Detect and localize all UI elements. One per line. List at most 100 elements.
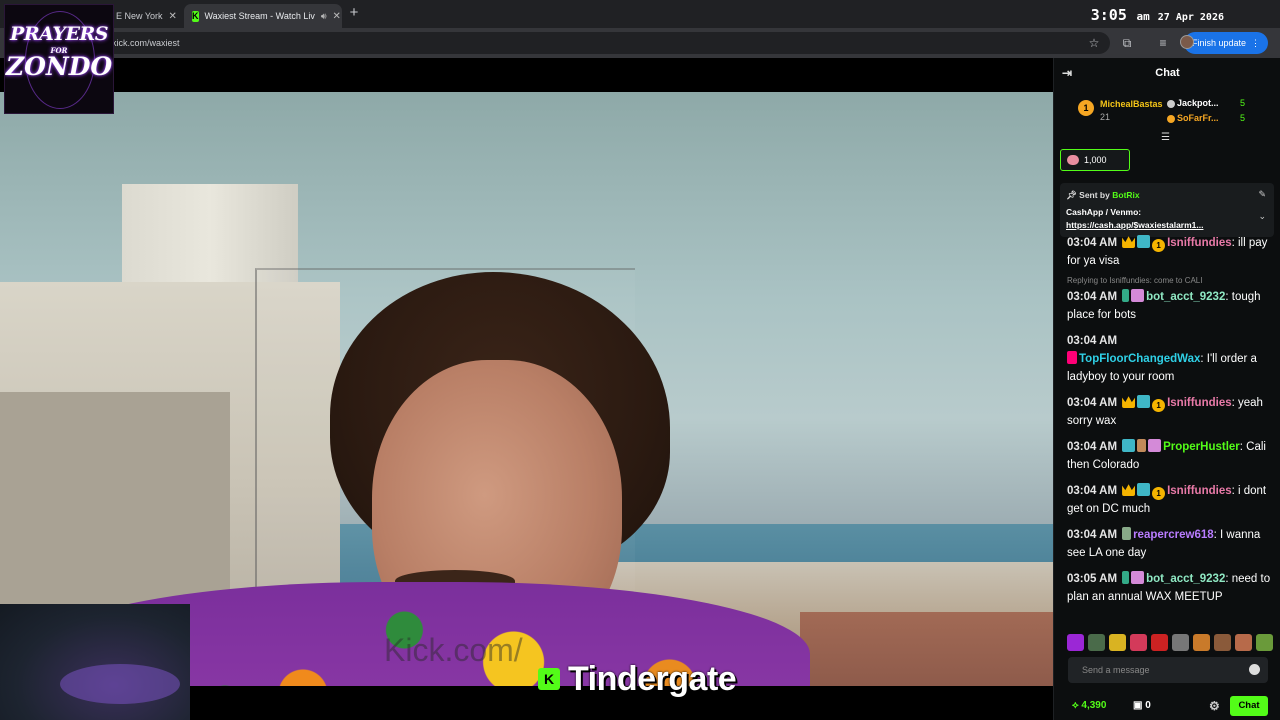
message-time: 03:04 AM — [1067, 441, 1118, 453]
message-time: 03:04 AM — [1067, 291, 1118, 303]
og-badge-icon — [1122, 439, 1136, 452]
emote-icon[interactable] — [1235, 634, 1252, 651]
message-user[interactable]: bot_acct_9232 — [1146, 291, 1225, 303]
collapse-chat-icon[interactable]: ⇥ — [1062, 66, 1072, 80]
emote-icon[interactable] — [1193, 634, 1210, 651]
extensions-icon[interactable]: ⧉ — [1119, 35, 1135, 51]
channel-points[interactable]: ⟡ 4,390 — [1072, 700, 1106, 711]
new-tab-button[interactable]: + — [346, 4, 362, 22]
kick-icon: K — [192, 10, 199, 22]
pinned-sender: 📌︎ Sent by BotRix — [1066, 190, 1140, 200]
kicks-value: 0 — [1145, 700, 1151, 711]
media-controls-icon[interactable]: ≡ — [1155, 35, 1171, 51]
og-badge-icon — [1137, 483, 1151, 496]
more-menu-icon[interactable]: ⋮ — [1251, 38, 1260, 49]
clock: 3:05 am 27 Apr 2026 — [1091, 5, 1224, 24]
url-text: kick.com/waxiest — [112, 38, 180, 48]
sword-badge-icon — [1122, 527, 1132, 540]
crown-badge-icon — [1122, 236, 1136, 248]
clock-time: 3:05 — [1090, 6, 1127, 24]
emote-icon[interactable] — [1214, 634, 1231, 651]
kick-logo-icon: K — [538, 668, 560, 690]
chat-message: 03:04 AM 1 Isniffundies: ill pay for ya vi… — [1067, 235, 1268, 267]
address-bar[interactable]: kick.com/waxiest — [100, 32, 1110, 54]
leaf-badge-icon — [1122, 289, 1130, 302]
emote-icon[interactable] — [1172, 634, 1189, 651]
emote-bar — [1067, 634, 1277, 652]
gift-badge-icon — [1148, 439, 1162, 452]
gift-badge-icon — [1131, 571, 1145, 584]
emoji-icon[interactable] — [1249, 664, 1260, 675]
emote-icon[interactable] — [1151, 634, 1168, 651]
gift-badge-icon — [1131, 289, 1145, 302]
chat-messages: 03:04 AM 1 Isniffundies: ill pay for ya vi… — [1054, 234, 1280, 636]
message-user[interactable]: reapercrew618 — [1133, 529, 1214, 541]
emote-icon[interactable] — [1109, 634, 1126, 651]
leaderboard-name[interactable]: MichealBastas — [1100, 99, 1163, 109]
browser-tab-news[interactable]: E New York ✕ — [108, 4, 182, 28]
message-time: 03:04 AM — [1067, 529, 1118, 541]
emote-icon[interactable] — [1130, 634, 1147, 651]
chat-title: Chat — [1155, 67, 1180, 79]
chat-footer: ⟡ 4,390 ▣ 0 ⚙ Chat — [1054, 692, 1280, 720]
browser-tab-bar: E New York ✕ K Waxiest Stream - Watch Li… — [0, 0, 1280, 28]
emote-icon[interactable] — [1088, 634, 1105, 651]
kick-watermark: Kick.com/ — [384, 632, 523, 668]
profile-avatar[interactable] — [1180, 35, 1194, 49]
gift-icon — [1167, 115, 1175, 123]
leaderboard-name[interactable]: Jackpot... — [1177, 98, 1219, 108]
chat-message: 03:04 AM ProperHustler: Cali then Colorad… — [1067, 439, 1266, 471]
speaker-icon[interactable]: 🔊︎ — [321, 11, 327, 22]
message-user[interactable]: Isniffundies — [1167, 397, 1232, 409]
kicks-balance[interactable]: ▣ 0 — [1133, 700, 1151, 711]
pinned-text: CashApp / Venmo: — [1066, 207, 1142, 217]
chat-message: 03:04 AM TopFloorChangedWax: I'll order a… — [1067, 335, 1257, 383]
message-user[interactable]: bot_acct_9232 — [1146, 573, 1225, 585]
og-badge-icon — [1137, 235, 1151, 248]
crown-badge-icon — [1122, 484, 1136, 496]
chat-panel: ⇥ Chat 1 MichealBastas 21 Jackpot... 5 S… — [1053, 58, 1280, 720]
browser-tab-kick[interactable]: K Waxiest Stream - Watch Liv 🔊︎ ✕ — [184, 4, 342, 28]
chevron-down-icon[interactable]: ⌄ — [1258, 211, 1266, 222]
message-user[interactable]: ProperHustler — [1163, 441, 1240, 453]
chat-message: Replying to Isniffundies: come to CALI 0… — [1067, 276, 1273, 324]
message-user[interactable]: Isniffundies — [1167, 485, 1232, 497]
tab-title: Waxiest Stream - Watch Liv — [204, 11, 315, 21]
pinned-link[interactable]: https://cash.app/$waxiestalarm1... — [1066, 220, 1203, 230]
finish-update-button[interactable]: Finish update ⋮ — [1183, 32, 1268, 54]
pinned-sender-name[interactable]: BotRix — [1112, 190, 1139, 200]
finish-update-label: Finish update — [1191, 38, 1246, 48]
emote-icon[interactable] — [1067, 634, 1084, 651]
message-time: 03:05 AM — [1067, 573, 1118, 585]
reply-context[interactable]: Replying to Isniffundies: come to CALI — [1067, 272, 1202, 290]
close-icon[interactable]: ✕ — [333, 11, 341, 22]
send-chat-button[interactable]: Chat — [1230, 696, 1268, 716]
gift-goal-button[interactable]: 1,000 — [1060, 149, 1130, 171]
piggy-bank-icon — [1067, 155, 1079, 165]
sub-badge-icon: 1 — [1152, 239, 1166, 252]
leaderboard-count: 5 — [1240, 98, 1246, 108]
chat-input-placeholder: Send a message — [1082, 665, 1150, 675]
webcam-overlay — [0, 604, 190, 720]
settings-gear-icon[interactable]: ⚙ — [1209, 699, 1220, 713]
chat-input[interactable]: Send a message — [1068, 657, 1268, 683]
stream-title: Tindergate — [568, 659, 737, 698]
emote-icon[interactable] — [1256, 634, 1273, 651]
leaderboard-count: 21 — [1100, 112, 1111, 122]
unpin-icon[interactable]: ✎ — [1258, 189, 1266, 200]
message-time: 03:04 AM — [1067, 485, 1118, 497]
video-frame[interactable] — [0, 92, 1053, 686]
leaderboard-name[interactable]: SoFarFr... — [1177, 113, 1219, 123]
webcam-glow — [60, 664, 180, 704]
crown-badge-icon — [1122, 396, 1136, 408]
channel-logo: PRAYERS FOR ZONDO — [4, 4, 114, 114]
logo-line3: ZONDO — [5, 52, 113, 81]
close-icon[interactable]: ✕ — [169, 11, 177, 22]
fire-badge-icon — [1067, 351, 1077, 364]
message-user[interactable]: Isniffundies — [1167, 237, 1232, 249]
person-badge-icon — [1137, 439, 1147, 452]
bookmark-star-icon[interactable]: ☆ — [1086, 35, 1102, 51]
expand-leaderboard-icon[interactable]: ☰ — [1161, 132, 1170, 143]
leaf-badge-icon — [1122, 571, 1130, 584]
message-user[interactable]: TopFloorChangedWax — [1079, 353, 1200, 365]
